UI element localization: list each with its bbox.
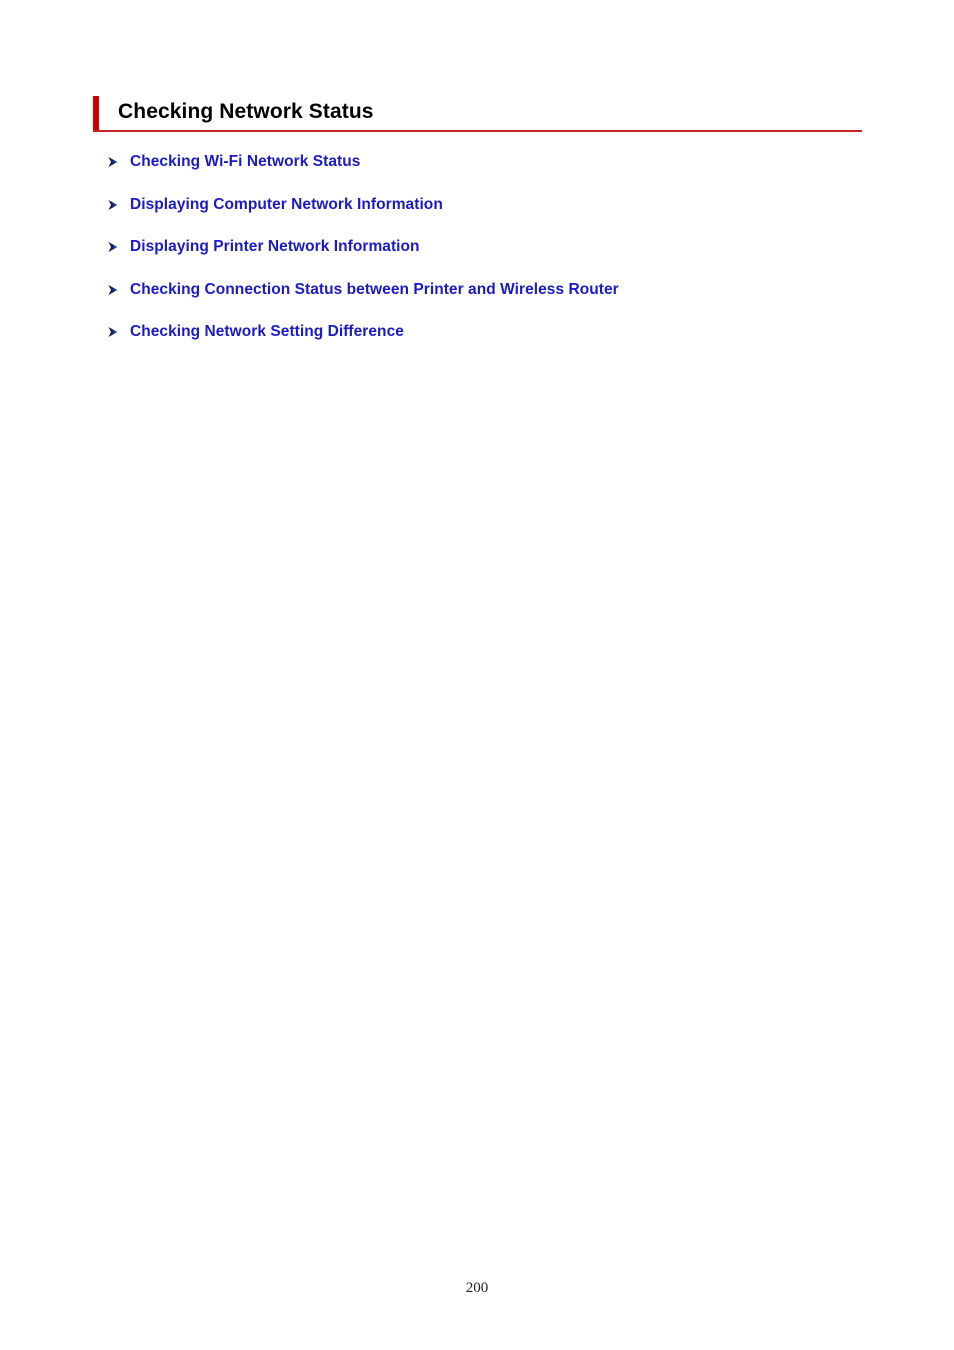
page-title: Checking Network Status	[118, 100, 374, 123]
list-item-label[interactable]: Checking Network Setting Difference	[130, 322, 404, 342]
list-item[interactable]: Displaying Computer Network Information	[107, 195, 907, 238]
list-item-label[interactable]: Displaying Printer Network Information	[130, 237, 420, 257]
list-item[interactable]: Checking Network Setting Difference	[107, 322, 907, 365]
list-item-label[interactable]: Checking Connection Status between Print…	[130, 280, 619, 300]
page-number: 200	[465, 1280, 489, 1296]
arrow-right-icon	[107, 282, 119, 298]
list-item[interactable]: Displaying Printer Network Information	[107, 237, 907, 280]
arrow-right-icon	[107, 197, 119, 213]
list-item-label[interactable]: Checking Wi-Fi Network Status	[130, 152, 360, 172]
arrow-right-icon	[107, 154, 119, 170]
arrow-right-icon	[107, 324, 119, 340]
list-item-label[interactable]: Displaying Computer Network Information	[130, 195, 443, 215]
list-item[interactable]: Checking Connection Status between Print…	[107, 280, 907, 323]
page-header: Checking Network Status	[93, 96, 862, 133]
header-accent-bar	[93, 96, 99, 131]
list-item[interactable]: Checking Wi-Fi Network Status	[107, 152, 907, 195]
topic-link-list: Checking Wi-Fi Network Status Displaying…	[107, 152, 907, 365]
header-divider	[93, 130, 862, 132]
arrow-right-icon	[107, 239, 119, 255]
document-page: Checking Network Status Checking Wi-Fi N	[0, 0, 954, 1350]
